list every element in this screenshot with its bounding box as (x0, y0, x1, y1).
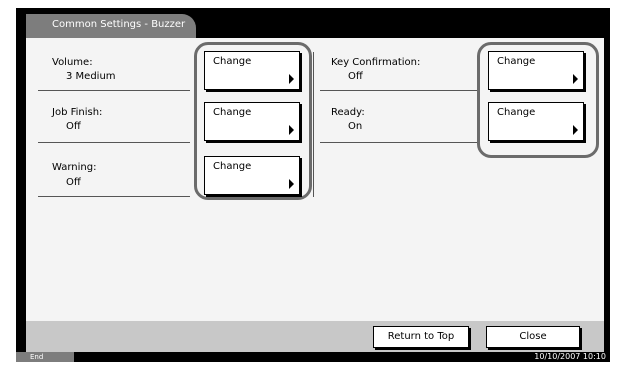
status-bar (16, 352, 610, 362)
end-tab: End (16, 352, 74, 362)
title-tab: Common Settings - Buzzer (26, 14, 196, 38)
key-confirmation-label: Key Confirmation: (331, 57, 421, 68)
change-button-label: Change (497, 107, 536, 118)
job-finish-label: Job Finish: (52, 107, 103, 118)
job-finish-value: Off (66, 121, 81, 132)
arrow-right-icon (289, 125, 294, 135)
ready-label: Ready: (331, 107, 365, 118)
divider (38, 90, 190, 91)
ready-change-button[interactable]: Change (488, 102, 584, 141)
arrow-right-icon (289, 179, 294, 189)
end-label: End (30, 353, 44, 361)
warning-label: Warning: (52, 162, 97, 173)
volume-value: 3 Medium (66, 71, 116, 82)
ready-value: On (348, 121, 363, 132)
page-title: Common Settings - Buzzer (52, 19, 186, 30)
frame-edge (604, 20, 610, 60)
warning-value: Off (66, 177, 81, 188)
warning-change-button[interactable]: Change (204, 156, 300, 195)
change-button-label: Change (213, 161, 252, 172)
arrow-right-icon (573, 74, 578, 84)
volume-label: Volume: (52, 57, 93, 68)
divider (38, 142, 190, 143)
change-button-label: Change (213, 56, 252, 67)
volume-change-button[interactable]: Change (204, 51, 300, 90)
change-button-label: Change (497, 56, 536, 67)
key-confirmation-change-button[interactable]: Change (488, 51, 584, 90)
divider (38, 196, 190, 197)
divider (320, 142, 478, 143)
divider (320, 90, 478, 91)
arrow-right-icon (573, 125, 578, 135)
change-button-label: Change (213, 107, 252, 118)
arrow-right-icon (289, 74, 294, 84)
key-confirmation-value: Off (348, 71, 363, 82)
close-button[interactable]: Close (486, 326, 580, 348)
job-finish-change-button[interactable]: Change (204, 102, 300, 141)
return-to-top-button[interactable]: Return to Top (373, 326, 469, 348)
date-time: 10/10/2007 10:10 (534, 352, 606, 361)
column-separator (313, 52, 314, 197)
